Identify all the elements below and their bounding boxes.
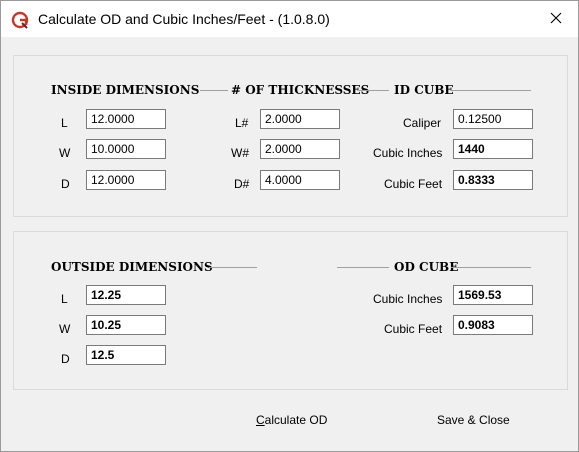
dialog-window: Calculate OD and Cubic Inches/Feet - (1.… — [0, 0, 579, 452]
header-divider — [451, 90, 531, 91]
thickness-d-label: D# — [234, 177, 250, 191]
thickness-d-input[interactable]: 4.0000 — [260, 170, 340, 190]
caliper-input[interactable]: 0.12500 — [453, 109, 533, 129]
outside-dimensions-header: OUTSIDE DIMENSIONS — [51, 260, 213, 274]
outside-l-value: 12.25 — [86, 285, 166, 305]
od-cube-header: OD CUBE — [394, 260, 459, 274]
outside-d-value: 12.5 — [86, 345, 166, 365]
id-cubic-feet-label: Cubic Feet — [384, 177, 443, 191]
outside-d-label: D — [61, 352, 70, 366]
od-cubic-feet-value: 0.9083 — [453, 315, 533, 335]
calculate-od-button[interactable]: Calculate OD — [256, 413, 327, 427]
inside-w-label: W — [59, 146, 71, 160]
inside-l-label: L — [61, 116, 68, 130]
header-divider — [200, 90, 228, 91]
thickness-w-input[interactable]: 2.0000 — [260, 139, 340, 159]
id-cube-header: ID CUBE — [394, 83, 454, 97]
header-divider — [337, 267, 389, 268]
inside-w-input[interactable]: 10.0000 — [86, 139, 166, 159]
outside-dimensions-group — [13, 231, 568, 390]
od-cubic-inches-value: 1569.53 — [453, 285, 533, 305]
app-logo-icon — [11, 11, 29, 29]
inside-dimensions-header: INSIDE DIMENSIONS — [51, 83, 200, 97]
thicknesses-header: # OF THICKNESSES — [231, 83, 370, 97]
inside-d-label: D — [61, 177, 70, 191]
thickness-l-label: L# — [235, 116, 249, 130]
title-bar[interactable]: Calculate OD and Cubic Inches/Feet - (1.… — [1, 1, 578, 37]
header-divider — [209, 267, 257, 268]
outside-l-label: L — [61, 292, 68, 306]
thickness-l-input[interactable]: 2.0000 — [260, 109, 340, 129]
save-close-button[interactable]: Save & Close — [437, 413, 510, 427]
inside-l-input[interactable]: 12.0000 — [86, 109, 166, 129]
calculate-label: alculate OD — [264, 413, 328, 427]
close-button[interactable] — [534, 1, 578, 35]
inside-d-input[interactable]: 12.0000 — [86, 170, 166, 190]
inside-dimensions-group — [13, 55, 568, 217]
calculate-mnemonic: C — [256, 413, 265, 427]
window-title: Calculate OD and Cubic Inches/Feet - (1.… — [38, 11, 330, 27]
outside-w-value: 10.25 — [86, 315, 166, 335]
id-cubic-inches-label: Cubic Inches — [373, 146, 443, 160]
id-cubic-inches-value: 1440 — [453, 139, 533, 159]
thickness-w-label: W# — [231, 146, 249, 160]
id-cubic-feet-value: 0.8333 — [453, 170, 533, 190]
close-icon — [550, 12, 562, 24]
od-cubic-feet-label: Cubic Feet — [384, 322, 443, 336]
od-cubic-inches-label: Cubic Inches — [373, 292, 443, 306]
header-divider — [359, 90, 389, 91]
outside-w-label: W — [59, 322, 71, 336]
caliper-label: Caliper — [403, 116, 442, 130]
header-divider — [451, 267, 531, 268]
